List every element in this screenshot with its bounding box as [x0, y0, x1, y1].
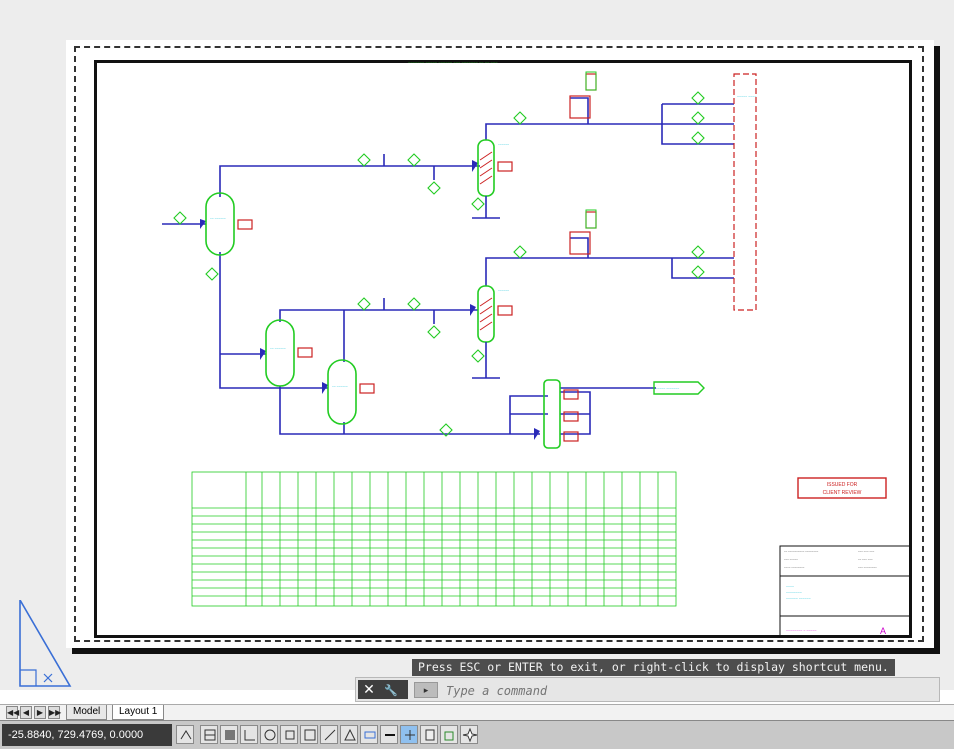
snap-mode-toggle[interactable]: [220, 725, 238, 744]
object-snap-tracking-icon: [324, 729, 336, 741]
svg-text:~~~~: ~~~~: [786, 585, 794, 589]
ortho-mode-toggle[interactable]: [240, 725, 258, 744]
coordinate-readout[interactable]: -25.8840, 729.4769, 0.0000: [2, 724, 172, 746]
svg-text:~~ ~~~ ~~~: ~~ ~~~ ~~~: [858, 557, 873, 561]
object-snap-icon: [285, 730, 295, 740]
layout-tab-bar: ◀◀ ◀ ▶ ▶▶ Model Layout 1: [0, 704, 954, 720]
next-tab-button[interactable]: ▶: [34, 706, 46, 719]
revision-letter: A: [880, 626, 886, 636]
model-space-icon: [180, 730, 192, 740]
ucs-paperspace-icon: [19, 600, 72, 687]
line-markers: [173, 91, 705, 437]
3d-object-snap-toggle[interactable]: [300, 725, 318, 744]
pid-drawing: ~~~~~~~ ~~~~~ ~~~~~~ ~~~ ~~~~~~~ ~~ ~~ ~…: [162, 60, 911, 637]
command-prompt-message: Press ESC or ENTER to exit, or right-cli…: [412, 659, 895, 676]
column-packing: [479, 151, 493, 331]
close-icon[interactable]: ✕: [358, 680, 380, 699]
svg-text:~~ ~~~~~~: ~~ ~~~~~~: [210, 217, 226, 221]
command-line: ✕ 🔧 ▸: [355, 677, 940, 702]
svg-text:~~~ ~~~ ~~~: ~~~ ~~~ ~~~: [858, 549, 875, 553]
object-snap-toggle[interactable]: [280, 725, 298, 744]
dynamic-ucs-icon: [344, 728, 356, 741]
quick-properties-toggle[interactable]: [420, 725, 438, 744]
polar-tracking-toggle[interactable]: [260, 725, 278, 744]
svg-text:~~~~~~: ~~~~~~: [498, 143, 509, 147]
last-tab-button[interactable]: ▶▶: [48, 706, 61, 719]
model-space-toggle[interactable]: [176, 725, 194, 744]
ortho-mode-icon: [244, 730, 255, 741]
header-note: ~~~~~~~ ~~~~~ ~~~~~~ ~~~ ~~~~~~~ ~~ ~~ ~…: [408, 60, 498, 65]
transparency-toggle[interactable]: [400, 725, 418, 744]
svg-text:~~~~~~~~: ~~~~~~~~: [786, 591, 802, 595]
stream-table: [191, 471, 677, 607]
annotation-monitor-icon: [462, 727, 478, 743]
transparency-icon: [405, 730, 415, 740]
snap-mode-icon: [225, 730, 235, 740]
selection-cycling-icon: [444, 731, 454, 741]
process-lines: [162, 97, 734, 435]
command-line-controls: ✕ 🔧: [358, 680, 408, 699]
svg-text:~~~~ ~~~~~~~~: ~~~~ ~~~~~~~~: [784, 565, 805, 569]
selection-cycling-toggle[interactable]: [440, 725, 458, 744]
svg-text:~~~~~~~~ ~ ~~~~~: ~~~~~~~~ ~ ~~~~~: [786, 629, 817, 633]
issue-stamp-line1: ISSUED FOR: [827, 482, 858, 488]
tab-model[interactable]: Model: [66, 705, 108, 720]
grid-display-toggle[interactable]: [200, 725, 218, 744]
package-boundary: [733, 73, 757, 311]
annotation-monitor-toggle[interactable]: [460, 725, 478, 744]
recent-commands-button[interactable]: ▸: [414, 682, 438, 698]
svg-text:~~ ~~~~~~: ~~ ~~~~~~: [332, 385, 348, 389]
grid-display-icon: [204, 729, 216, 741]
svg-text:~~~ ~~~~~: ~~~ ~~~~~: [784, 557, 798, 561]
status-bar: -25.8840, 729.4769, 0.0000: [0, 720, 954, 749]
dynamic-input-toggle[interactable]: [360, 725, 378, 744]
svg-text:~~~~~~ ~~~~~~: ~~~~~~ ~~~~~~: [786, 597, 811, 601]
polar-tracking-icon: [264, 729, 276, 741]
svg-text:~~~ ~~~~~~~~: ~~~ ~~~~~~~~: [858, 565, 877, 569]
dynamic-input-icon: [364, 731, 376, 739]
issue-stamp-line2: CLIENT REVIEW: [823, 490, 862, 496]
vessels: [205, 192, 357, 425]
columns: [477, 139, 561, 449]
svg-text:~~~~~ ~~~~~~~: ~~~~~ ~~~~~~~: [656, 387, 679, 391]
quick-properties-icon: [425, 729, 435, 741]
object-snap-tracking-toggle[interactable]: [320, 725, 338, 744]
lineweight-toggle[interactable]: [380, 725, 398, 744]
svg-text:~~ ~~~~~~: ~~ ~~~~~~: [270, 347, 286, 351]
customize-icon[interactable]: 🔧: [380, 682, 402, 701]
lineweight-icon: [385, 734, 395, 736]
svg-text:~~ ~~~~~~~~~~ ~~~~~~~~: ~~ ~~~~~~~~~~ ~~~~~~~~: [784, 549, 819, 553]
svg-text:~~~~~ ~~~~: ~~~~~ ~~~~: [737, 95, 756, 99]
previous-tab-button[interactable]: ◀: [20, 706, 32, 719]
3d-object-snap-icon: [304, 729, 316, 741]
first-tab-button[interactable]: ◀◀: [6, 706, 19, 719]
tab-layout-1[interactable]: Layout 1: [112, 705, 165, 720]
svg-text:~~~~~~: ~~~~~~: [498, 289, 509, 293]
command-input[interactable]: [444, 680, 928, 701]
dynamic-ucs-toggle[interactable]: [340, 725, 358, 744]
